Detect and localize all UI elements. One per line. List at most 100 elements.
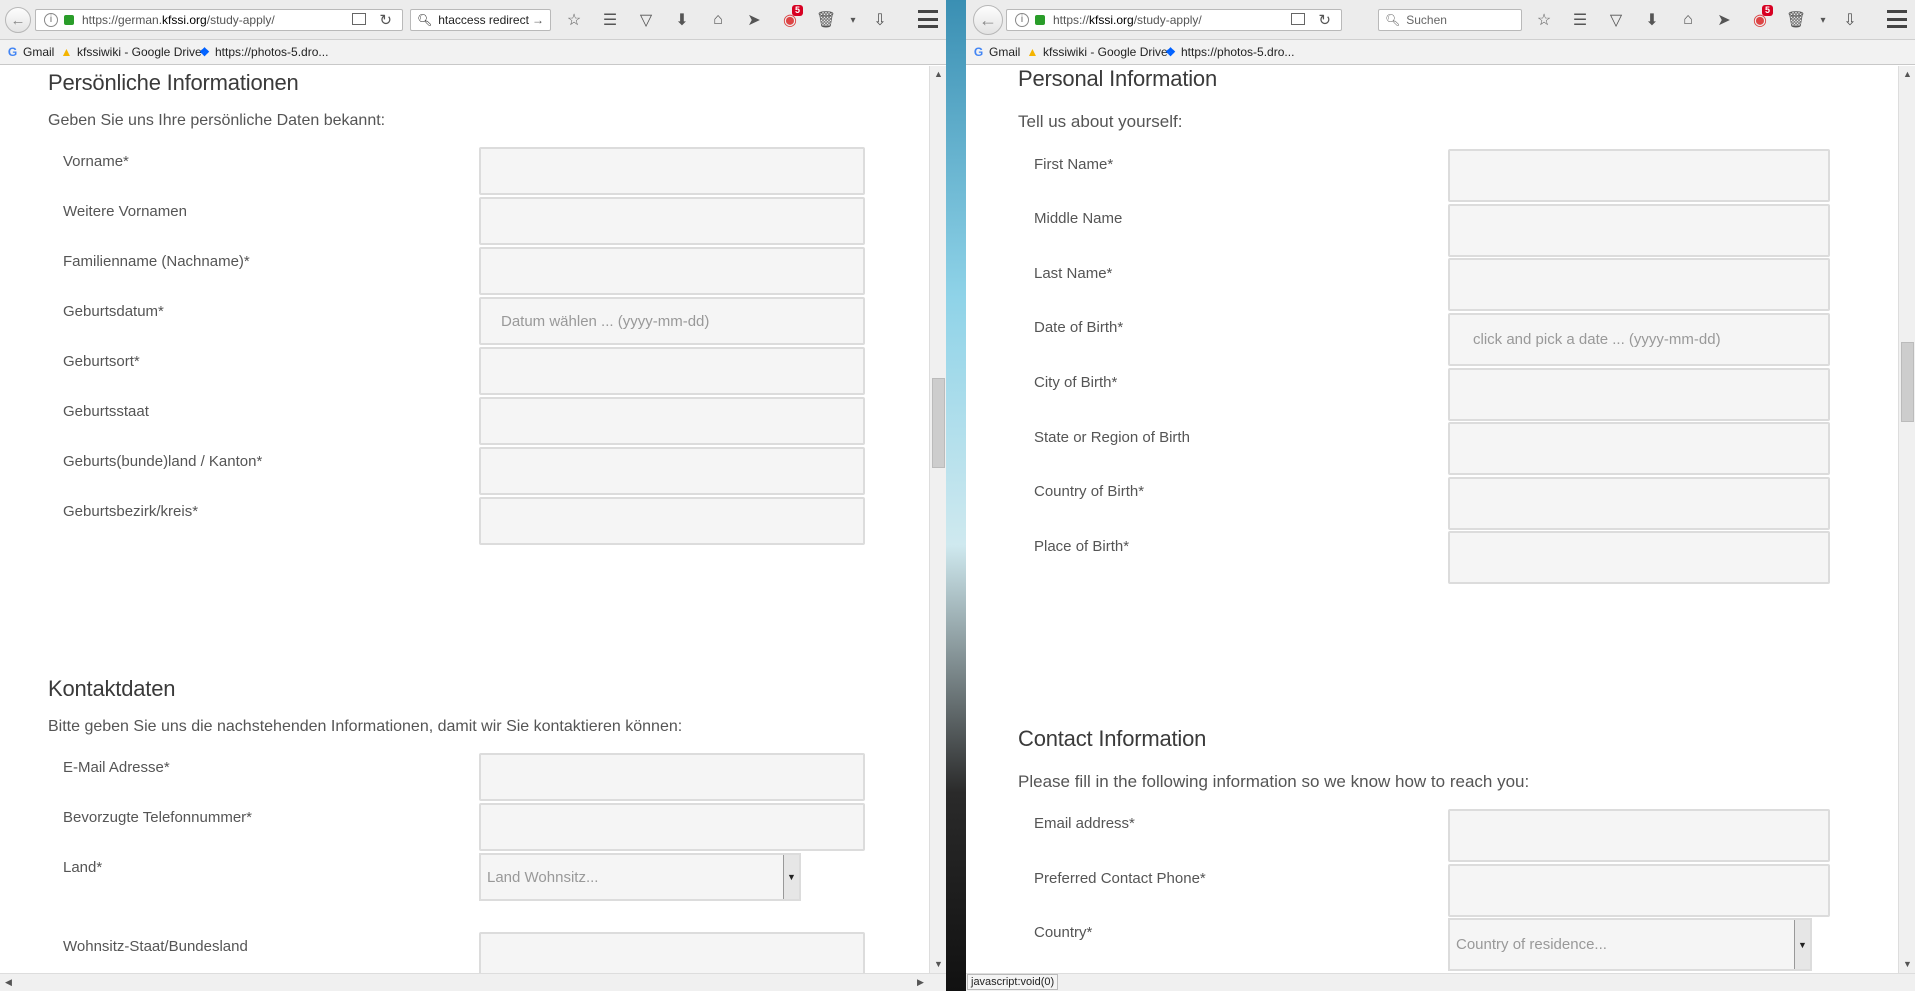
birth-state-input[interactable] — [479, 397, 865, 445]
label-last-name: Familienname (Nachname)* — [63, 253, 250, 270]
save-download-icon[interactable]: ⇩ — [862, 9, 898, 31]
trash-icon[interactable]: 🗑︎ — [808, 9, 844, 31]
reader-view-icon[interactable] — [352, 13, 366, 25]
scroll-up-icon[interactable]: ▲ — [1899, 66, 1915, 83]
dropbox-icon: ❖ — [1165, 44, 1176, 59]
save-download-icon[interactable]: ⇩ — [1832, 9, 1868, 31]
bookmarks-list-icon[interactable]: ☰ — [592, 9, 628, 31]
hamburger-menu-icon[interactable] — [918, 10, 938, 28]
chevron-down-icon[interactable]: ▼ — [783, 855, 799, 899]
label-email: Email address* — [1034, 815, 1135, 832]
notification-badge: 5 — [1761, 5, 1773, 16]
bookmark-gmail[interactable]: G Gmail — [6, 44, 55, 59]
last-name-input[interactable] — [479, 247, 865, 295]
scroll-right-icon[interactable]: ▶ — [912, 974, 929, 991]
url-bar[interactable]: i https://german.kfssi.org/study-apply/ … — [35, 9, 403, 31]
extension-icon[interactable]: ◉ 5 — [1742, 5, 1778, 31]
pocket-icon[interactable]: ▽ — [628, 9, 664, 31]
bookmark-star-icon[interactable]: ☆ — [556, 9, 592, 31]
country-of-birth-input[interactable] — [1448, 477, 1830, 530]
phone-input[interactable] — [479, 803, 865, 851]
first-name-input[interactable] — [479, 147, 865, 195]
place-of-birth-input[interactable] — [1448, 531, 1830, 584]
vertical-scrollbar[interactable]: ▲ ▼ — [1898, 66, 1915, 973]
downloads-icon[interactable]: ⬇ — [1634, 9, 1670, 31]
notification-badge: 5 — [791, 5, 803, 16]
section-intro-personal: Tell us about yourself: — [1018, 112, 1183, 131]
search-input[interactable]: htaccess redirect — [438, 13, 529, 27]
dropdown-icon[interactable]: ▾ — [844, 9, 862, 31]
send-icon[interactable]: ➤ — [736, 9, 772, 31]
scrollbar-thumb[interactable] — [1901, 342, 1914, 422]
back-button[interactable]: ← — [973, 5, 1003, 35]
birth-region-input[interactable] — [479, 447, 865, 495]
city-of-birth-input[interactable] — [1448, 368, 1830, 421]
residence-state-input[interactable] — [479, 932, 865, 973]
chevron-down-icon[interactable]: ▼ — [1794, 920, 1810, 969]
label-birth-date: Geburtsdatum* — [63, 303, 164, 320]
url-bar[interactable]: i https://kfssi.org/study-apply/ ↻ — [1006, 9, 1342, 31]
google-drive-icon: ▲ — [1026, 44, 1039, 59]
label-country: Land* — [63, 859, 103, 876]
lock-icon — [64, 15, 74, 25]
label-birth-district: Geburtsbezirk/kreis* — [63, 503, 199, 520]
google-icon: G — [7, 44, 18, 59]
country-select[interactable]: Country of residence... ▼ — [1448, 918, 1812, 971]
date-of-birth-input[interactable]: click and pick a date ... (yyyy-mm-dd) — [1448, 313, 1830, 366]
trash-icon[interactable]: 🗑︎ — [1778, 9, 1814, 31]
vertical-scrollbar[interactable]: ▲ ▼ — [929, 66, 946, 973]
email-input[interactable] — [479, 753, 865, 801]
downloads-icon[interactable]: ⬇ — [664, 9, 700, 31]
info-icon[interactable]: i — [44, 13, 58, 27]
horizontal-scrollbar[interactable]: ◀ ▶ — [0, 973, 946, 991]
reload-icon[interactable]: ↻ — [1318, 11, 1331, 29]
scrollbar-thumb[interactable] — [932, 378, 945, 468]
first-name-input[interactable] — [1448, 149, 1830, 202]
bookmark-dropbox[interactable]: ❖ https://photos-5.dro... — [198, 45, 328, 59]
send-icon[interactable]: ➤ — [1706, 9, 1742, 31]
scroll-down-icon[interactable]: ▼ — [930, 956, 946, 973]
reader-view-icon[interactable] — [1291, 13, 1305, 25]
scroll-up-icon[interactable]: ▲ — [930, 66, 946, 83]
home-icon[interactable]: ⌂ — [700, 9, 736, 31]
extension-icon[interactable]: ◉ 5 — [772, 5, 808, 31]
birth-city-input[interactable] — [479, 347, 865, 395]
country-select-value: Country of residence... — [1456, 936, 1607, 953]
birth-date-input[interactable]: Datum wählen ... (yyyy-mm-dd) — [479, 297, 865, 345]
birth-district-input[interactable] — [479, 497, 865, 545]
middle-name-input[interactable] — [1448, 204, 1830, 257]
bookmark-kfssiwiki[interactable]: ▲ kfssiwiki - Google Drive — [60, 45, 202, 59]
info-icon[interactable]: i — [1015, 13, 1029, 27]
reload-icon[interactable]: ↻ — [379, 11, 392, 29]
back-button[interactable]: ← — [5, 7, 31, 33]
section-intro-contact: Please fill in the following information… — [1018, 772, 1530, 791]
hamburger-menu-icon[interactable] — [1887, 10, 1907, 28]
status-bar-link: javascript:void(0) — [967, 974, 1059, 990]
bookmarks-bar: G Gmail ▲ kfssiwiki - Google Drive ❖ https:… — [0, 40, 946, 65]
google-drive-icon: ▲ — [60, 44, 73, 59]
search-bar[interactable]: 🔍︎ htaccess redirect → — [410, 9, 551, 31]
search-icon: 🔍︎ — [417, 13, 433, 27]
bookmark-star-icon[interactable]: ☆ — [1526, 9, 1562, 31]
state-of-birth-input[interactable] — [1448, 422, 1830, 475]
scroll-down-icon[interactable]: ▼ — [1899, 956, 1915, 973]
bookmarks-list-icon[interactable]: ☰ — [1562, 9, 1598, 31]
bookmark-dropbox[interactable]: ❖ https://photos-5.dro... — [1164, 45, 1294, 59]
dropdown-icon[interactable]: ▾ — [1814, 9, 1832, 31]
email-input[interactable] — [1448, 809, 1830, 862]
home-icon[interactable]: ⌂ — [1670, 9, 1706, 31]
scroll-left-icon[interactable]: ◀ — [0, 974, 17, 991]
search-go-icon[interactable]: → — [532, 13, 544, 27]
country-select[interactable]: Land Wohnsitz... ▼ — [479, 853, 801, 901]
bookmark-kfssiwiki[interactable]: ▲ kfssiwiki - Google Drive — [1026, 45, 1168, 59]
phone-input[interactable] — [1448, 864, 1830, 917]
last-name-input[interactable] — [1448, 258, 1830, 311]
label-country-of-birth: Country of Birth* — [1034, 483, 1145, 500]
pocket-icon[interactable]: ▽ — [1598, 9, 1634, 31]
search-input[interactable]: Suchen — [1406, 13, 1447, 27]
horizontal-scrollbar[interactable] — [966, 973, 1915, 991]
search-bar[interactable]: 🔍︎ Suchen — [1378, 9, 1522, 31]
bookmark-gmail[interactable]: G Gmail — [972, 45, 1021, 59]
toolbar-icons: ☆ ☰ ▽ ⬇ ⌂ ➤ ◉ 5 🗑︎ ▾ ⇩ — [1526, 5, 1868, 31]
middle-names-input[interactable] — [479, 197, 865, 245]
